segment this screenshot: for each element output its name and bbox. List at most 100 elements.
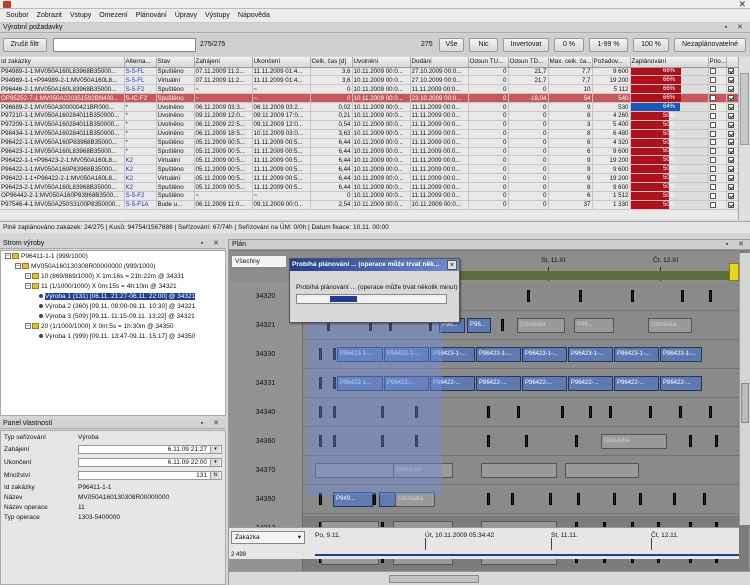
include-checkbox[interactable]: [727, 201, 734, 208]
include-checkbox[interactable]: [727, 121, 734, 128]
priority-checkbox[interactable]: [709, 94, 716, 101]
menu-upravy[interactable]: Úpravy: [171, 12, 201, 19]
column-header[interactable]: Požadov...: [592, 57, 631, 68]
column-header[interactable]: Prio...: [708, 57, 727, 68]
priority-checkbox[interactable]: [709, 148, 716, 155]
maintenance-block[interactable]: Odstávka: [517, 318, 565, 333]
include-checkbox[interactable]: [727, 77, 734, 84]
priority-checkbox[interactable]: [709, 157, 716, 164]
expand-toggle-icon[interactable]: −: [15, 263, 21, 270]
select-all-button[interactable]: Vše: [439, 38, 464, 52]
column-header[interactable]: Uvolnění: [352, 57, 411, 68]
column-header[interactable]: Dodání: [410, 57, 469, 68]
invert-button[interactable]: Invertovat: [503, 38, 549, 52]
column-header[interactable]: Zaplánování: [630, 57, 709, 68]
priority-checkbox[interactable]: [709, 121, 716, 128]
tree-node[interactable]: − MV050A160130308R00000000 (999/1000): [15, 263, 155, 271]
filter-1-99-percent-button[interactable]: 1-99 %: [589, 38, 628, 52]
priority-checkbox[interactable]: [709, 103, 716, 110]
operation-block[interactable]: P96423-1-...: [476, 347, 521, 362]
panel-window-buttons[interactable]: ▪ ✕: [725, 23, 747, 33]
menu-zobrazit[interactable]: Zobrazit: [33, 12, 66, 19]
operation-block[interactable]: P96...: [467, 318, 491, 333]
column-header[interactable]: Zahájení: [194, 57, 253, 68]
menu-soubor[interactable]: Soubor: [2, 12, 33, 19]
chevron-down-icon[interactable]: ▾: [210, 459, 220, 466]
menu-planovani[interactable]: Plánování: [132, 12, 171, 19]
tree-node[interactable]: Výroba 1 (999) [09.11. 13:47-09.11. 15:1…: [39, 333, 195, 341]
include-checkbox[interactable]: [727, 166, 734, 173]
table-row[interactable]: OP96442-2-1:MV050A160P83968B3500... S-5-F…: [0, 191, 738, 201]
table-row[interactable]: P96689-2-1:MV050A300000421BR000... * Uvoln…: [0, 102, 738, 112]
table-row[interactable]: P96446-2-1:MV050A160L83968B35000... S-5-F…: [0, 84, 738, 95]
tree-node[interactable]: − P96411-1-1 (999/1000): [5, 253, 88, 261]
maintenance-block[interactable]: P96...: [574, 318, 614, 333]
include-checkbox[interactable]: [727, 183, 734, 190]
chevron-down-icon[interactable]: ▾: [210, 446, 220, 453]
include-checkbox[interactable]: [727, 148, 734, 155]
priority-checkbox[interactable]: [709, 174, 716, 181]
expand-toggle-icon[interactable]: −: [5, 253, 11, 260]
column-header[interactable]: Id zakázky: [0, 57, 125, 68]
table-row[interactable]: P96423-2-1:MV050A160L83968B35000... K2 Spu…: [0, 182, 738, 192]
scrollbar-thumb[interactable]: [741, 383, 749, 423]
tree-node[interactable]: − 20 (1/1000/1000) X 0m:5s = 1h:30m @ 343…: [25, 323, 174, 331]
include-checkbox[interactable]: [727, 130, 734, 137]
tree-node[interactable]: − 11 (1/1000/1000) X 0m:15s = 4h:10m @ 34…: [25, 283, 177, 291]
operation-block[interactable]: P96423-1-...: [522, 347, 567, 362]
end-datetime-field[interactable]: 6.11.09 22:00 ▾: [78, 458, 222, 467]
tree-node[interactable]: Výroba 2 (360) [09.11. 09:00-09.11. 10:3…: [39, 303, 195, 311]
column-header[interactable]: [726, 57, 738, 68]
operation-block[interactable]: P96423-1-...: [660, 347, 702, 362]
requirements-scrollbar[interactable]: [738, 57, 750, 220]
table-row[interactable]: P97210-1-1:MV050A160284011B350000... * Uvo…: [0, 111, 738, 121]
priority-checkbox[interactable]: [709, 201, 716, 208]
panel-window-buttons[interactable]: ▪ ✕: [201, 419, 223, 429]
operation-block[interactable]: P96423-1-...: [614, 347, 659, 362]
table-row[interactable]: P96423-1-1:MV050A160L83968B35000... * Spuš…: [0, 147, 738, 157]
table-row[interactable]: P97209-1-1:MV050A160284011B350000... * Uvo…: [0, 120, 738, 130]
start-datetime-field[interactable]: 6.11.09 21:27 ▾: [78, 445, 222, 454]
operation-block[interactable]: P96422-...: [660, 376, 702, 391]
table-row[interactable]: P96422-1-1:MV050A160P83968B35000... K2 Spu…: [0, 164, 738, 175]
select-none-button[interactable]: Nic: [469, 38, 498, 52]
include-checkbox[interactable]: [727, 174, 734, 181]
include-checkbox[interactable]: [727, 103, 734, 110]
column-header[interactable]: Max. celk. ča...: [548, 57, 593, 68]
clear-filter-button[interactable]: Zrušit filtr: [3, 38, 47, 52]
operation-block[interactable]: P96422-...: [614, 376, 659, 391]
priority-checkbox[interactable]: [709, 192, 716, 199]
priority-checkbox[interactable]: [709, 130, 716, 137]
priority-checkbox[interactable]: [709, 183, 716, 190]
include-checkbox[interactable]: [727, 94, 734, 101]
plan-vertical-scrollbar[interactable]: [739, 253, 750, 525]
column-header[interactable]: Celk. čas [d]: [310, 57, 353, 68]
operation-block[interactable]: P96422-...: [476, 376, 521, 391]
priority-checkbox[interactable]: [709, 86, 716, 93]
operation-block[interactable]: P96422-...: [568, 376, 613, 391]
maintenance-block[interactable]: Odstávka: [601, 434, 667, 449]
tree-node[interactable]: − 10 (869/869/1000) X 1m:16s = 21h:22m @ …: [25, 273, 184, 281]
plan-horizontal-scrollbar[interactable]: [229, 571, 750, 585]
menu-vystupy[interactable]: Výstupy: [201, 12, 234, 19]
filter-100-percent-button[interactable]: 100 %: [633, 38, 669, 52]
axis-mode-select[interactable]: Zakázka ▾: [231, 531, 305, 544]
panel-window-buttons[interactable]: ▪ ✕: [201, 239, 223, 249]
table-row[interactable]: OP95252-7-1:MV050A220351592BN400... S-IC-…: [0, 93, 738, 104]
operation-block[interactable]: P96422-...: [522, 376, 567, 391]
include-checkbox[interactable]: [727, 139, 734, 146]
include-checkbox[interactable]: [727, 86, 734, 93]
scrollbar-thumb[interactable]: [389, 575, 479, 583]
priority-checkbox[interactable]: [709, 68, 716, 75]
expand-toggle-icon[interactable]: −: [25, 273, 31, 280]
table-row[interactable]: P97546-4-1:MV050A250S3100P8350000... S-5-…: [0, 200, 738, 210]
include-checkbox[interactable]: [727, 157, 734, 164]
include-checkbox[interactable]: [727, 192, 734, 199]
filter-input[interactable]: [53, 38, 196, 52]
priority-checkbox[interactable]: [709, 166, 716, 173]
resource-filter-select[interactable]: Všechny: [231, 255, 287, 268]
include-checkbox[interactable]: [727, 112, 734, 119]
maintenance-block[interactable]: [481, 463, 557, 478]
expand-toggle-icon[interactable]: −: [25, 283, 31, 290]
table-row[interactable]: P96422-1-1:MV050A160P83968B35000... * Spuš…: [0, 138, 738, 148]
